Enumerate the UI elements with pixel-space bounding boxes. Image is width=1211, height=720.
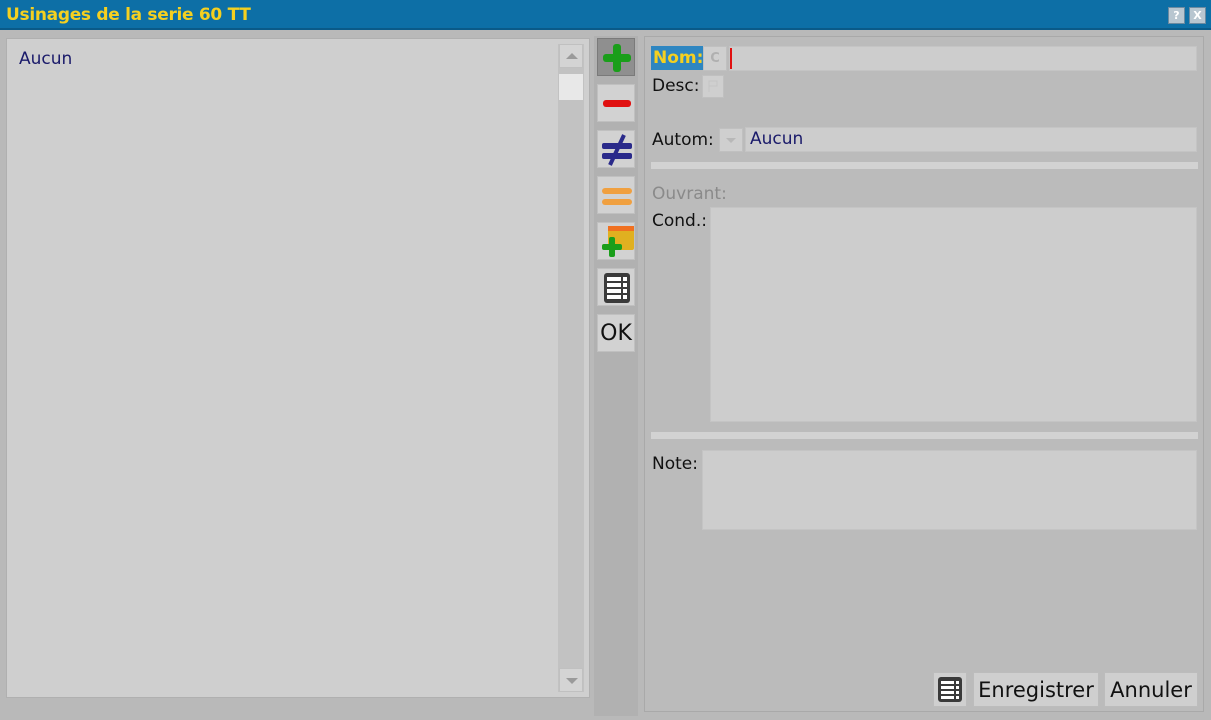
add-folder-icon [602,226,634,257]
nom-input[interactable] [729,46,1197,71]
cancel-button[interactable]: Annuler [1104,672,1198,707]
chevron-up-icon [566,53,578,59]
note-textarea[interactable] [702,450,1197,530]
equal-button[interactable] [597,176,635,214]
remove-button[interactable] [597,84,635,122]
dialog-window: Usinages de la serie 60 TT ? X Aucun OK … [0,0,1211,720]
not-equal-icon [602,134,632,166]
title-bar[interactable]: Usinages de la serie 60 TT ? X [0,0,1211,30]
autom-dropdown-button[interactable] [719,128,743,152]
separator [651,432,1198,439]
machining-list[interactable]: Aucun [6,38,590,698]
autom-label: Autom: [652,130,714,150]
cond-textarea[interactable] [710,207,1197,422]
add-button[interactable] [597,38,635,76]
separator [651,162,1198,169]
not-equal-button[interactable] [597,130,635,168]
nom-label: Nom: [651,46,706,70]
help-button[interactable]: ? [1168,7,1185,24]
scroll-down-button[interactable] [559,668,583,692]
window-title: Usinages de la serie 60 TT [6,5,251,25]
text-caret [730,48,732,69]
note-label: Note: [652,454,698,474]
flag-icon [708,80,718,92]
add-folder-button[interactable] [597,222,635,260]
chevron-down-icon [726,138,736,143]
chevron-down-icon [566,678,578,684]
table-view-button[interactable] [933,672,967,707]
equal-icon [602,188,632,205]
autom-value: Aucun [750,129,804,149]
autom-select[interactable]: Aucun [745,127,1197,152]
cond-label: Cond.: [652,211,707,231]
desc-flag-button[interactable] [702,75,724,98]
table-icon [938,677,962,702]
close-button[interactable]: X [1189,7,1206,24]
ouvrant-label: Ouvrant: [652,184,727,204]
ok-button[interactable]: OK [597,314,635,352]
remove-icon [603,100,631,107]
scroll-up-button[interactable] [559,44,583,68]
c-button[interactable]: C [703,46,727,71]
save-button[interactable]: Enregistrer [973,672,1099,707]
table-icon [604,273,630,303]
list-item[interactable]: Aucun [19,49,72,69]
list-scrollbar[interactable] [558,44,584,692]
detail-form: Nom: C Desc: Autom: Aucun Ouvrant: Cond.… [644,36,1204,712]
side-toolbar: OK [594,36,638,716]
desc-label: Desc: [652,76,700,96]
add-icon [603,44,631,72]
scroll-thumb[interactable] [559,74,583,100]
table-button[interactable] [597,268,635,306]
